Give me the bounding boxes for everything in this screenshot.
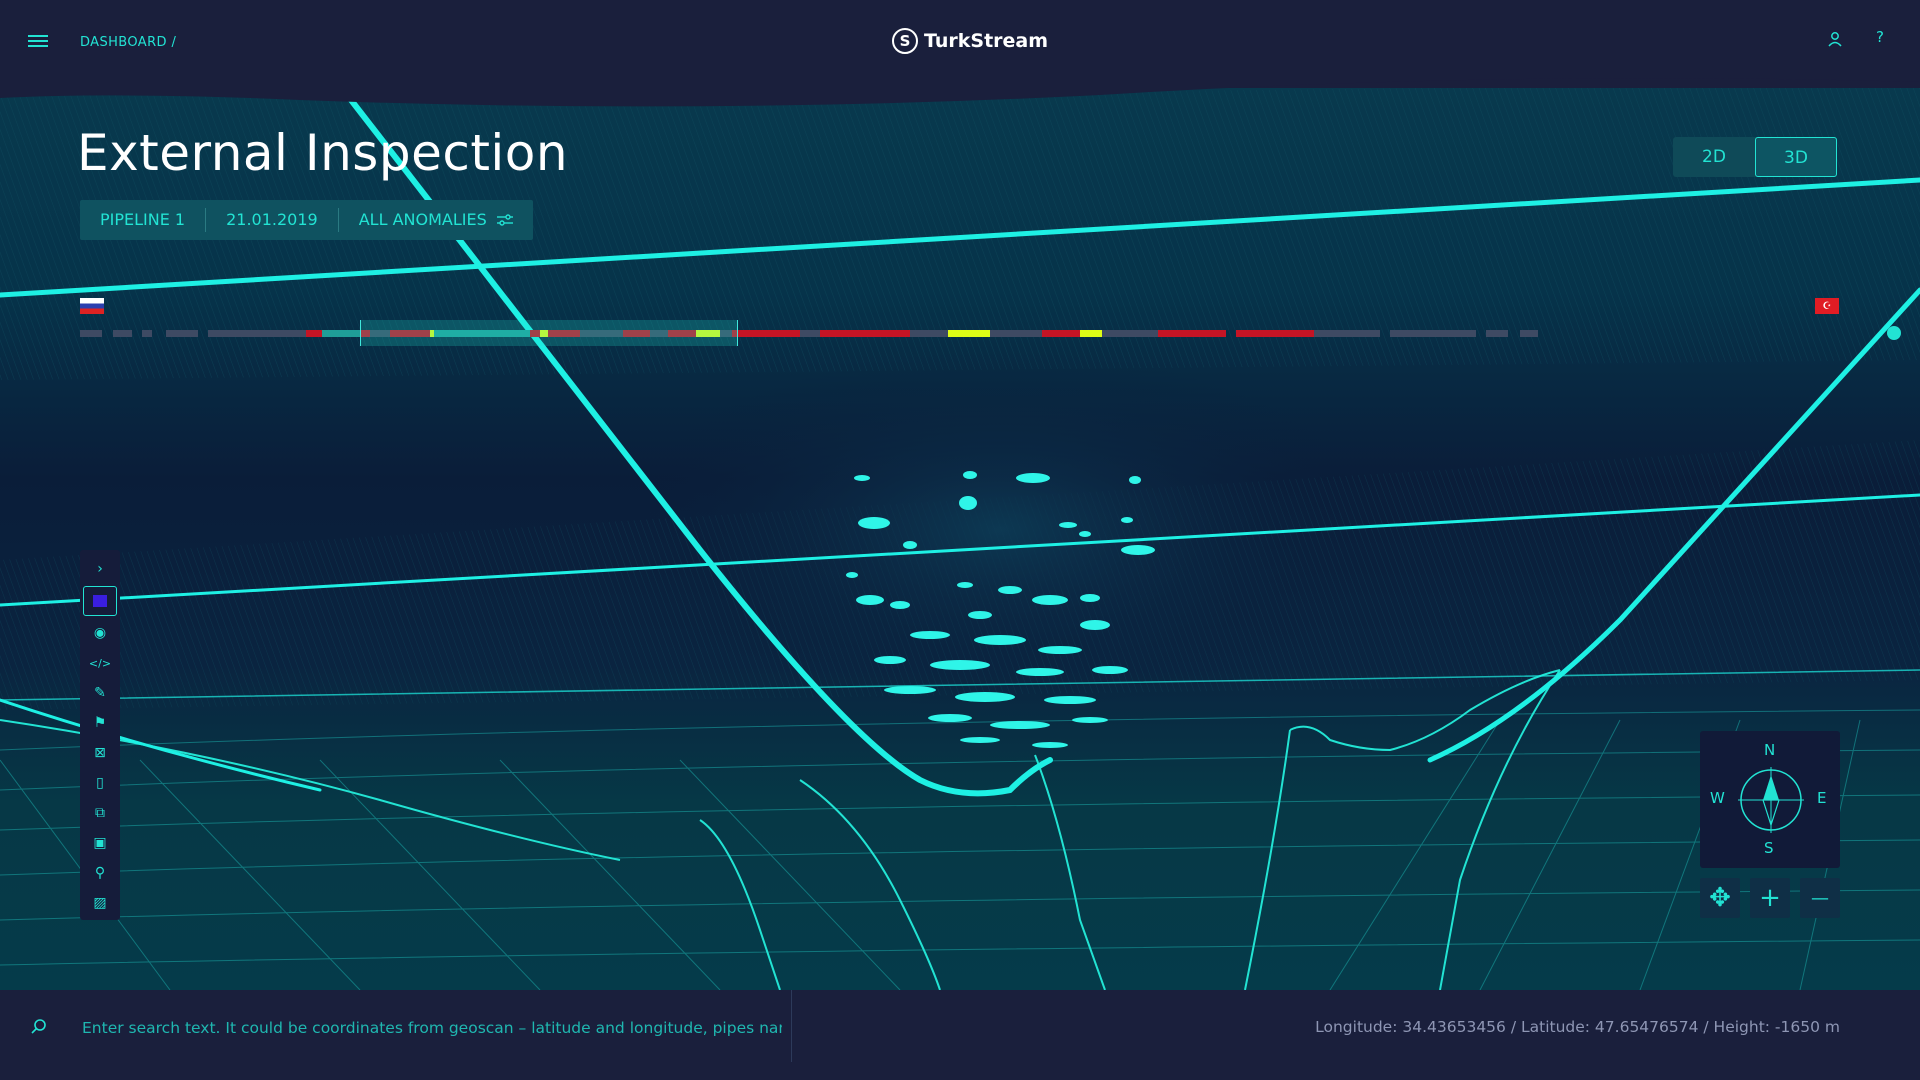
track-segment-anomaly[interactable] [820,330,910,337]
track-segment-normal[interactable] [1102,330,1158,337]
ruler-tool-button[interactable]: ✎ [84,680,116,706]
track-segment-anomaly[interactable] [1042,330,1058,337]
move-icon: ✥ [1709,883,1731,913]
search-icon[interactable] [30,1018,48,1036]
track-segment-normal[interactable] [910,330,948,337]
eye-icon: ◉ [93,625,107,641]
track-segment-warning[interactable] [948,330,990,337]
compass-west-label: W [1710,789,1725,807]
compass-rose-icon [1738,767,1804,833]
ruler-icon: ✎ [94,685,106,701]
footer-divider [791,990,792,1062]
compass-east-label: E [1817,789,1827,807]
cube-icon [93,595,107,607]
filter-bar: PIPELINE 1 21.01.2019 ALL ANOMALIES [80,200,533,240]
sliders-icon [496,214,513,226]
track-segment-normal[interactable] [1314,330,1380,337]
view-2d-button[interactable]: 2D [1673,137,1755,177]
page-title: External Inspection [77,124,569,182]
anomalies-filter-label: ALL ANOMALIES [358,210,487,229]
track-segment-normal[interactable] [166,330,198,337]
code-icon: </> [88,656,112,670]
track-segment-normal[interactable] [1486,330,1508,337]
logo-mark-icon: S [892,28,918,54]
track-segment-normal[interactable] [800,330,820,337]
flag-icon: ⚑ [93,715,107,731]
image-icon: ▨ [93,895,107,911]
track-segment-anomaly[interactable] [1180,330,1226,337]
app-logo[interactable]: S TurkStream [892,28,1048,54]
tool-palette: › ◉ </> ✎ ⚑ ⊠ ▯ ⧉ ▣ ⚲ ▨ [80,550,120,920]
plus-icon: + [1759,883,1781,913]
cylinder-tool-button[interactable]: ▯ [84,770,116,796]
chevron-right-icon: › [97,561,103,577]
track-segment-anomaly[interactable] [732,330,800,337]
marker-tool-button[interactable]: ⚑ [84,710,116,736]
terrain-icon: ▣ [93,835,107,851]
layer-tool-button[interactable] [83,586,117,616]
objects-icon: ⧉ [95,805,105,821]
view-mode-toggle: 2D 3D [1673,137,1837,177]
compass[interactable]: N S E W [1700,731,1840,868]
image-tool-button[interactable]: ▨ [84,890,116,916]
view-3d-button[interactable]: 3D [1755,137,1837,177]
cylinder-icon: ▯ [96,775,104,791]
coordinates-readout: Longitude: 34.43653456 / Latitude: 47.65… [1315,1018,1840,1036]
branch-icon: ⚲ [94,865,106,881]
zoom-out-button[interactable]: — [1800,878,1840,918]
track-segment-normal[interactable] [208,330,306,337]
visibility-tool-button[interactable]: ◉ [84,620,116,646]
pan-button[interactable]: ✥ [1700,878,1740,918]
track-segment-normal[interactable] [1390,330,1476,337]
hamburger-icon [28,35,48,37]
track-segment-anomaly[interactable] [1058,330,1080,337]
date-filter[interactable]: 21.01.2019 [206,208,339,232]
pipeline-filter[interactable]: PIPELINE 1 [80,208,207,232]
zoom-in-button[interactable]: + [1750,878,1790,918]
area-tool-button[interactable]: ⊠ [84,740,116,766]
area-icon: ⊠ [94,745,106,761]
compass-north-label: N [1764,741,1776,759]
track-segment-anomaly[interactable] [306,330,322,337]
logo-text: TurkStream [924,30,1049,52]
track-segment-normal[interactable] [80,330,102,337]
pipeline-filter-label: PIPELINE 1 [100,210,186,229]
date-filter-label: 21.01.2019 [226,210,318,229]
minus-icon: — [1811,887,1829,909]
terrain-tool-button[interactable]: ▣ [84,830,116,856]
track-segment-warning[interactable] [1080,330,1102,337]
track-segment-anomaly[interactable] [1158,330,1180,337]
track-segment-normal[interactable] [142,330,152,337]
search-input[interactable] [80,1012,784,1044]
track-segment-anomaly[interactable] [1236,330,1314,337]
header-wave [0,60,1920,107]
track-segment-selected[interactable] [322,330,360,337]
track-segment-normal[interactable] [113,330,132,337]
user-icon[interactable] [1826,30,1844,48]
turkey-flag-icon: ☪ [1815,298,1839,314]
track-segment-normal[interactable] [1520,330,1538,337]
anomalies-filter[interactable]: ALL ANOMALIES [339,208,533,232]
breadcrumb[interactable]: DASHBOARD / [80,35,176,50]
expand-toolbar-button[interactable]: › [84,556,116,582]
help-icon[interactable]: ? [1876,28,1884,46]
objects-tool-button[interactable]: ⧉ [84,800,116,826]
route-selection-window[interactable] [360,320,738,346]
branch-tool-button[interactable]: ⚲ [84,860,116,886]
code-tool-button[interactable]: </> [84,650,116,676]
compass-south-label: S [1764,839,1774,857]
route-anomaly-track[interactable] [80,330,1892,337]
menu-button[interactable] [28,32,48,52]
track-segment-normal[interactable] [990,330,1042,337]
russia-flag-icon [80,298,104,314]
route-position-marker[interactable] [1887,326,1901,340]
